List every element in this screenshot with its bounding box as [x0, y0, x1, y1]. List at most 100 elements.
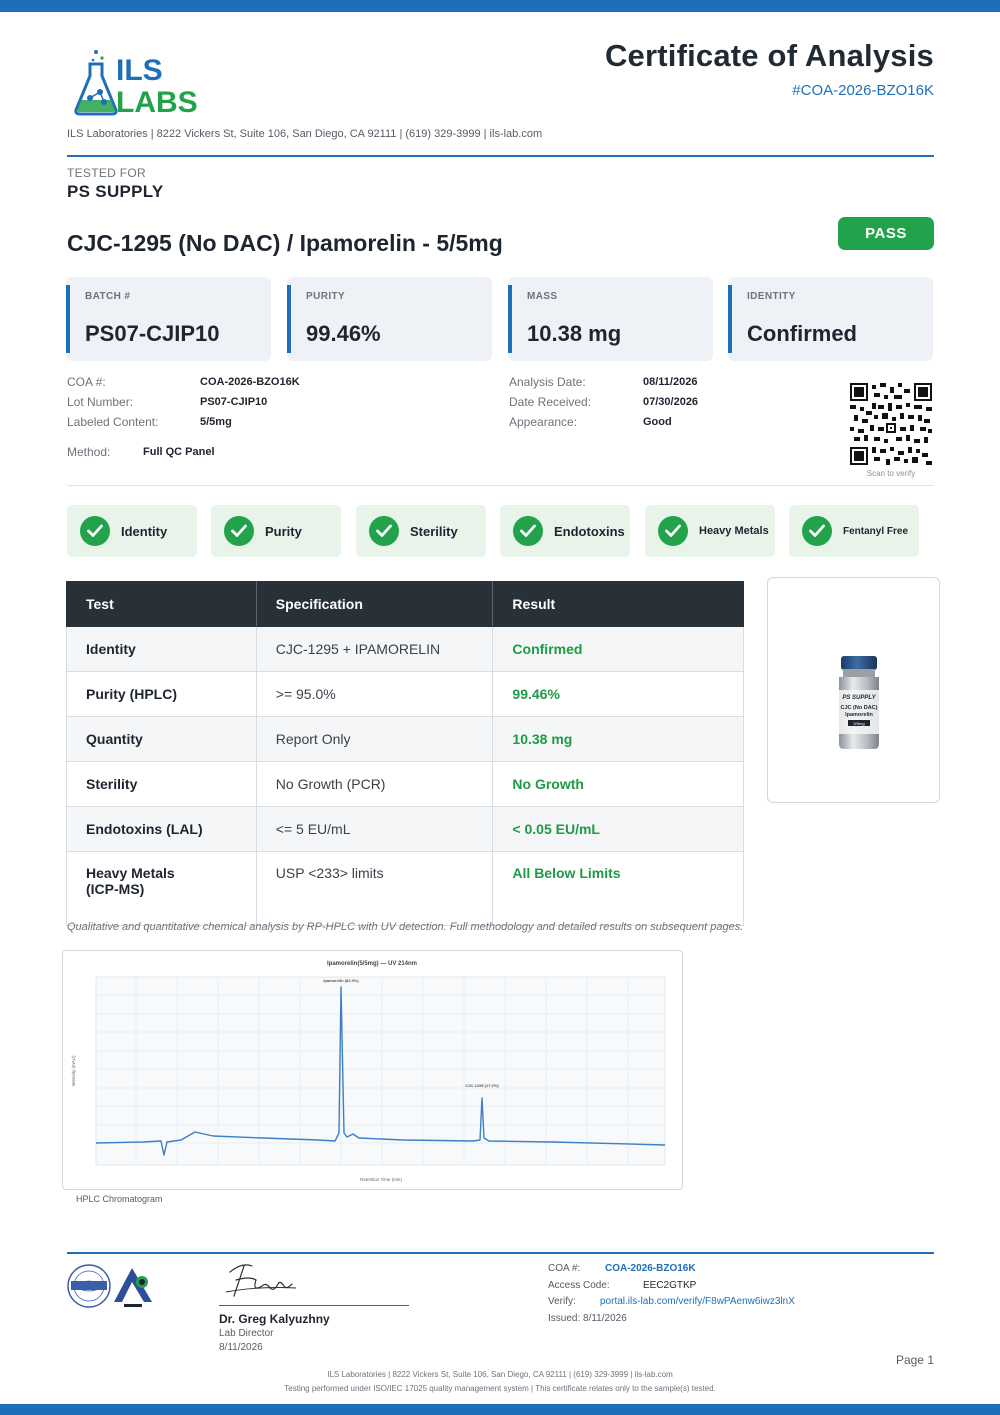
column-header-result: Result	[492, 581, 744, 627]
verify-link[interactable]: portal.ils-lab.com/verify/F8wPAenw6iwz3l…	[600, 1296, 795, 1307]
logo-text-labs: LABS	[116, 86, 198, 118]
column-header-specification: Specification	[255, 581, 494, 627]
vial-label-line3: 5/5mg	[853, 721, 864, 726]
qr-code[interactable]	[850, 383, 932, 465]
scan-to-verify-label: Scan to verify	[866, 469, 916, 478]
signature-line	[219, 1305, 409, 1306]
card-accent	[728, 285, 732, 353]
chromatogram-caption: HPLC Chromatogram	[76, 1194, 163, 1204]
card-value: 99.46%	[306, 321, 381, 346]
table-row: Purity (HPLC) >= 95.0% 99.46%	[66, 671, 744, 717]
meta-key-date-received: Date Received:	[509, 395, 592, 409]
footer-access-key: Access Code:	[548, 1280, 610, 1291]
meta-divider	[67, 485, 934, 486]
card-accent	[508, 285, 512, 353]
vial-brand-text: PS SUPPLY	[842, 695, 876, 701]
check-label: Purity	[265, 523, 302, 539]
meta-value-date-received: 07/30/2026	[643, 396, 699, 408]
meta-key-labeled: Labeled Content:	[67, 415, 159, 429]
spec-cell: No Growth (PCR)	[255, 761, 494, 807]
card-label: PURITY	[306, 291, 346, 302]
pass-badge: PASS	[838, 217, 934, 250]
peak-label-2: CJC-1295 (17.2%)	[465, 1083, 499, 1088]
hplc-chromatogram: Ipamorelin(5/5mg) — UV 214nm Ipamorelin …	[62, 950, 683, 1190]
signature-image	[222, 1258, 302, 1303]
result-cell: No Growth	[492, 761, 744, 807]
chromatogram-xlabel: Retention Time (min)	[360, 1177, 402, 1182]
card-label: MASS	[527, 291, 558, 302]
check-chip-fentanyl-free: Fentanyl Free	[789, 505, 919, 557]
vial-label-line2: Ipamorelin	[845, 712, 873, 718]
card-value: PS07-CJIP10	[85, 321, 220, 346]
meta-key-appearance: Appearance:	[509, 415, 578, 429]
meta-value-appearance: Good	[643, 416, 672, 428]
bottom-accent-bar	[0, 1404, 1000, 1415]
check-chip-purity: Purity	[211, 505, 341, 557]
test-cell: Heavy Metals (ICP-MS)	[66, 851, 257, 926]
client-name: PS SUPPLY	[67, 182, 164, 201]
footer-issued: Issued: 8/11/2026	[548, 1313, 627, 1324]
header-divider	[67, 155, 934, 157]
spec-cell: >= 95.0%	[255, 671, 494, 717]
footer-divider	[67, 1252, 934, 1254]
result-cell: 99.46%	[492, 671, 744, 717]
results-table: Test Specification Result Identity CJC-1…	[66, 581, 744, 926]
product-name: CJC-1295 (No DAC) / Ipamorelin - 5/5mg	[67, 230, 503, 256]
card-value: 10.38 mg	[527, 321, 622, 346]
accreditation-logos	[66, 1262, 162, 1314]
check-circle-icon	[369, 516, 399, 546]
result-cell: 10.38 mg	[492, 716, 744, 762]
test-cell: Purity (HPLC)	[66, 671, 257, 717]
check-chip-identity: Identity	[67, 505, 197, 557]
page-number: Page 1	[895, 1353, 934, 1367]
meta-value-coa: COA-2026-BZO16K	[200, 376, 300, 388]
footer-address: ILS Laboratories | 8222 Vickers St, Suit…	[327, 1370, 673, 1379]
card-label: BATCH #	[85, 291, 131, 302]
meta-value-analysis-date: 08/11/2026	[643, 376, 698, 388]
check-label: Identity	[121, 523, 168, 539]
peak-label-1: Ipamorelin (82.3%)	[323, 978, 359, 983]
certificate-id: #COA-2026-BZO16K	[792, 82, 934, 99]
spec-cell: CJC-1295 + IPAMORELIN	[255, 626, 494, 672]
batch-card: BATCH # PS07-CJIP10	[66, 277, 271, 361]
meta-key-coa: COA #:	[67, 375, 106, 389]
check-circle-icon	[658, 516, 688, 546]
footer-verify-key: Verify:	[548, 1296, 576, 1307]
table-row: Sterility No Growth (PCR) No Growth	[66, 761, 744, 807]
card-accent	[287, 285, 291, 353]
certificate-title: Certificate of Analysis	[604, 38, 934, 73]
footer-disclaimer: Testing performed under ISO/IEC 17025 qu…	[284, 1384, 716, 1393]
check-chip-sterility: Sterility	[356, 505, 486, 557]
chromatogram-title: Ipamorelin(5/5mg) — UV 214nm	[327, 961, 417, 967]
check-circle-icon	[80, 516, 110, 546]
check-circle-icon	[224, 516, 254, 546]
flask-icon: ILS LABS	[74, 50, 198, 119]
table-row: Quantity Report Only 10.38 mg	[66, 716, 744, 762]
card-accent	[66, 285, 70, 353]
vial-illustration: PS SUPPLY CJC (No DAC) Ipamorelin 5/5mg	[839, 656, 879, 749]
ils-labs-logo: ILS LABS	[66, 48, 216, 119]
test-cell: Sterility	[66, 761, 257, 807]
mass-card: MASS 10.38 mg	[508, 277, 713, 361]
check-chip-heavy-metals: Heavy Metals	[645, 505, 775, 557]
check-label: Fentanyl Free	[843, 525, 909, 537]
check-label: Endotoxins	[554, 523, 625, 539]
top-accent-bar	[0, 0, 1000, 12]
meta-key-lot: Lot Number:	[67, 395, 134, 409]
meta-value-labeled: 5/5mg	[200, 416, 232, 428]
vial-label-line1: CJC (No DAC)	[841, 705, 878, 711]
test-cell: Identity	[66, 626, 257, 672]
meta-value-method: Full QC Panel	[143, 446, 215, 458]
result-cell: < 0.05 EU/mL	[492, 806, 744, 852]
spec-cell: <= 5 EU/mL	[255, 806, 494, 852]
result-cell: All Below Limits	[492, 851, 744, 926]
table-row: Endotoxins (LAL) <= 5 EU/mL < 0.05 EU/mL	[66, 806, 744, 852]
result-cell: Confirmed	[492, 626, 744, 672]
check-circle-icon	[802, 516, 832, 546]
product-vial-image: PS SUPPLY CJC (No DAC) Ipamorelin 5/5mg	[767, 577, 940, 803]
spec-cell: Report Only	[255, 716, 494, 762]
meta-value-lot: PS07-CJIP10	[200, 396, 268, 408]
meta-key-method: Method:	[67, 445, 111, 459]
signer-name: Dr. Greg Kalyuzhny	[219, 1312, 330, 1326]
purity-card: PURITY 99.46%	[287, 277, 492, 361]
